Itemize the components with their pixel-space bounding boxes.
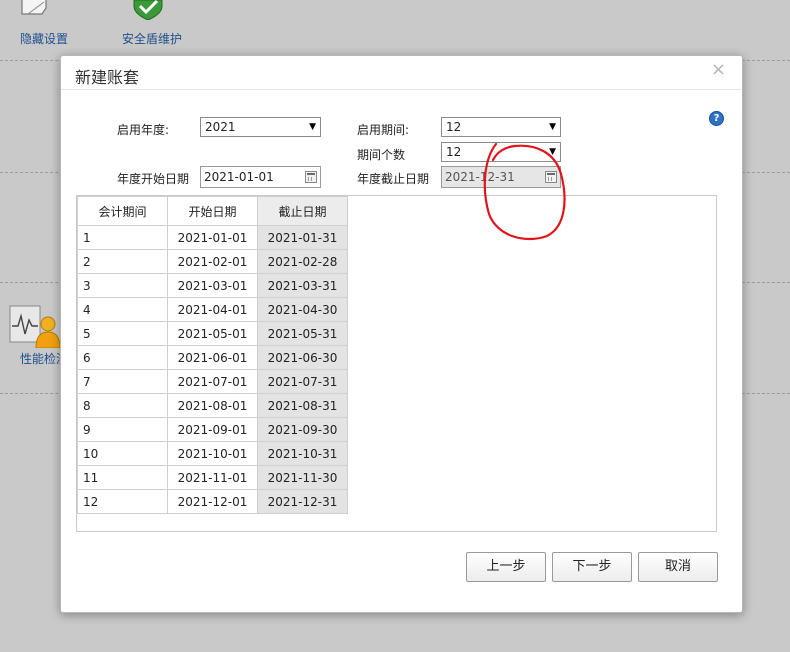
start-period-label: 启用期间:	[357, 123, 410, 137]
shield-check-icon[interactable]	[130, 0, 170, 23]
table-row[interactable]: 9 2021-09-01 2021-09-30	[77, 417, 348, 442]
start-date-cell[interactable]: 2021-04-01	[167, 297, 258, 322]
end-date-cell: 2021-07-31	[257, 369, 348, 394]
start-date-cell[interactable]: 2021-10-01	[167, 441, 258, 466]
period-cell[interactable]: 3	[77, 273, 168, 298]
bg-icon-label-hidden-settings[interactable]: 隐藏设置	[20, 30, 68, 47]
end-date-cell: 2021-06-30	[257, 345, 348, 370]
period-count-value: 12	[446, 145, 462, 159]
close-icon[interactable]: ×	[711, 59, 726, 80]
end-date-cell: 2021-04-30	[257, 297, 348, 322]
table-row[interactable]: 1 2021-01-01 2021-01-31	[77, 225, 348, 250]
period-cell[interactable]: 10	[77, 441, 168, 466]
end-date-cell: 2021-03-31	[257, 273, 348, 298]
start-date-cell[interactable]: 2021-06-01	[167, 345, 258, 370]
table-row[interactable]: 5 2021-05-01 2021-05-31	[77, 321, 348, 346]
help-icon[interactable]: ?	[709, 111, 724, 126]
start-year-select[interactable]: 2021 ▼	[200, 117, 321, 137]
title-divider	[61, 89, 742, 90]
table-row[interactable]: 11 2021-11-01 2021-11-30	[77, 465, 348, 490]
year-end-date-label: 年度截止日期	[357, 172, 430, 186]
table-header-row: 会计期间 开始日期 截止日期	[77, 196, 348, 226]
year-end-date-field: 2021-12-31	[441, 166, 561, 188]
chevron-down-icon: ▼	[549, 147, 556, 157]
start-date-cell[interactable]: 2021-07-01	[167, 369, 258, 394]
period-cell[interactable]: 6	[77, 345, 168, 370]
period-cell[interactable]: 2	[77, 249, 168, 274]
period-cell[interactable]: 11	[77, 465, 168, 490]
chevron-down-icon: ▼	[309, 122, 316, 132]
period-cell[interactable]: 8	[77, 393, 168, 418]
year-start-date-value: 2021-01-01	[204, 170, 274, 184]
column-header-start-date: 开始日期	[167, 196, 258, 226]
table-row[interactable]: 2 2021-02-01 2021-02-28	[77, 249, 348, 274]
period-cell[interactable]: 12	[77, 489, 168, 514]
table-row[interactable]: 10 2021-10-01 2021-10-31	[77, 441, 348, 466]
start-period-select[interactable]: 12 ▼	[441, 117, 561, 137]
table-row[interactable]: 4 2021-04-01 2021-04-30	[77, 297, 348, 322]
start-year-label: 启用年度:	[117, 123, 170, 137]
end-date-cell: 2021-11-30	[257, 465, 348, 490]
page-icon[interactable]	[20, 0, 52, 21]
start-date-cell[interactable]: 2021-01-01	[167, 225, 258, 250]
end-date-cell: 2021-09-30	[257, 417, 348, 442]
start-date-cell[interactable]: 2021-08-01	[167, 393, 258, 418]
periods-table: 会计期间 开始日期 截止日期 1 2021-01-01 2021-01-31 2 202…	[77, 196, 348, 514]
start-year-value: 2021	[205, 120, 236, 134]
table-row[interactable]: 12 2021-12-01 2021-12-31	[77, 489, 348, 514]
end-date-cell: 2021-01-31	[257, 225, 348, 250]
period-cell[interactable]: 4	[77, 297, 168, 322]
year-start-date-label: 年度开始日期	[117, 172, 190, 186]
start-date-cell[interactable]: 2021-11-01	[167, 465, 258, 490]
column-header-period: 会计期间	[77, 196, 168, 226]
end-date-cell: 2021-10-31	[257, 441, 348, 466]
table-row[interactable]: 3 2021-03-01 2021-03-31	[77, 273, 348, 298]
table-row[interactable]: 8 2021-08-01 2021-08-31	[77, 393, 348, 418]
bg-icon-label-shield-maintenance[interactable]: 安全盾维护	[122, 30, 182, 47]
performance-user-icon[interactable]	[8, 302, 61, 351]
dialog-title: 新建账套	[75, 68, 140, 87]
period-cell[interactable]: 9	[77, 417, 168, 442]
start-date-cell[interactable]: 2021-12-01	[167, 489, 258, 514]
end-date-cell: 2021-12-31	[257, 489, 348, 514]
next-step-button[interactable]: 下一步	[552, 552, 632, 582]
periods-table-container[interactable]: 会计期间 开始日期 截止日期 1 2021-01-01 2021-01-31 2 202…	[76, 195, 717, 532]
period-cell[interactable]: 5	[77, 321, 168, 346]
year-start-date-field[interactable]: 2021-01-01	[200, 166, 321, 188]
end-date-cell: 2021-05-31	[257, 321, 348, 346]
start-date-cell[interactable]: 2021-05-01	[167, 321, 258, 346]
start-date-cell[interactable]: 2021-02-01	[167, 249, 258, 274]
start-date-cell[interactable]: 2021-09-01	[167, 417, 258, 442]
new-account-set-dialog: 新建账套 × ? 启用年度: 2021 ▼ 启用期间: 12 ▼ 期间个数 12…	[60, 55, 743, 613]
column-header-end-date: 截止日期	[257, 196, 348, 226]
calendar-icon[interactable]	[305, 171, 317, 183]
period-count-select[interactable]: 12 ▼	[441, 142, 561, 162]
year-end-date-value: 2021-12-31	[445, 170, 515, 184]
period-cell[interactable]: 7	[77, 369, 168, 394]
start-period-value: 12	[446, 120, 462, 134]
end-date-cell: 2021-08-31	[257, 393, 348, 418]
start-date-cell[interactable]: 2021-03-01	[167, 273, 258, 298]
end-date-cell: 2021-02-28	[257, 249, 348, 274]
cancel-button[interactable]: 取消	[638, 552, 718, 582]
table-row[interactable]: 6 2021-06-01 2021-06-30	[77, 345, 348, 370]
chevron-down-icon: ▼	[549, 122, 556, 132]
previous-step-button[interactable]: 上一步	[466, 552, 546, 582]
period-cell[interactable]: 1	[77, 225, 168, 250]
period-count-label: 期间个数	[357, 148, 406, 162]
table-row[interactable]: 7 2021-07-01 2021-07-31	[77, 369, 348, 394]
calendar-icon	[545, 171, 557, 183]
